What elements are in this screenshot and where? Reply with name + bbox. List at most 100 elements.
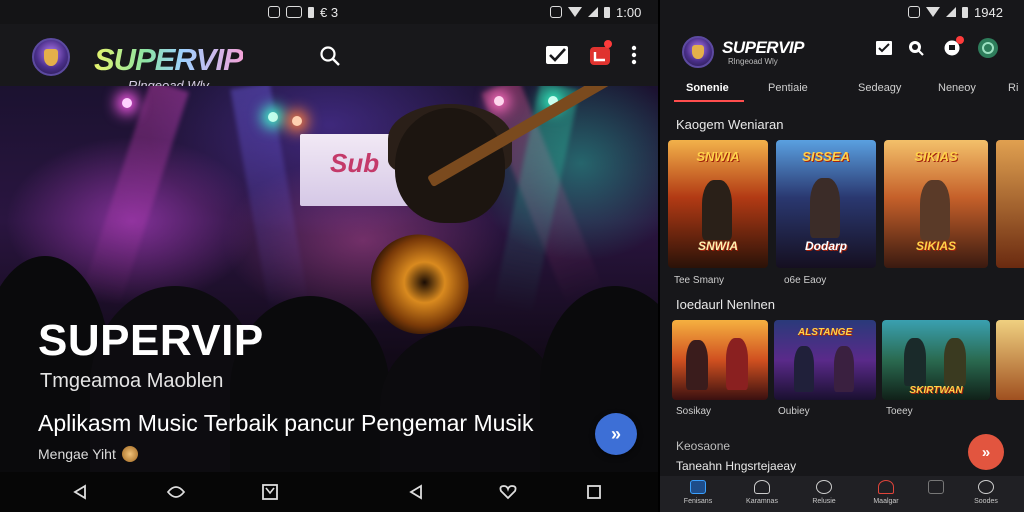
nav-overview-button[interactable] bbox=[582, 480, 606, 504]
album-card-title: SIKIAS bbox=[914, 149, 958, 164]
status-left-text: € 3 bbox=[320, 4, 339, 20]
notifications-button[interactable] bbox=[942, 36, 964, 58]
album-card[interactable]: SISSEA Dodarp bbox=[776, 140, 876, 268]
hero-subtitle: Tmgeamoa Maoblen bbox=[40, 370, 224, 392]
tab-sonenie[interactable]: Sonenie bbox=[686, 82, 729, 94]
status-right-icons: 1:00 bbox=[550, 5, 641, 20]
stage-light-beam bbox=[79, 86, 190, 311]
notification-badge bbox=[604, 40, 612, 48]
hero-banner[interactable]: Sub SUPERVIP Tmgeamoa Maoblen Aplikasm M… bbox=[0, 86, 660, 472]
album-figure bbox=[702, 180, 732, 240]
album-card-title: SNWIA bbox=[696, 149, 740, 164]
profile-button[interactable] bbox=[976, 36, 1000, 60]
album-caption: Oubiey bbox=[778, 406, 810, 417]
settings-status-icon bbox=[550, 6, 562, 18]
status-bar-right: 1942 bbox=[660, 0, 1024, 24]
bottom-nav-item-library[interactable] bbox=[916, 480, 956, 498]
app-logo-text: SUPERVIP bbox=[94, 42, 244, 77]
bottom-nav-item-settings[interactable]: Soodes bbox=[966, 480, 1006, 505]
nav-back-button-2[interactable] bbox=[404, 480, 428, 504]
library-icon bbox=[928, 480, 944, 494]
recents-icon bbox=[262, 484, 278, 500]
album-figure bbox=[686, 340, 708, 390]
app-logo-subtitle: Rlngeoad Wly bbox=[728, 57, 778, 66]
nav-back-button[interactable] bbox=[68, 480, 92, 504]
status-bar: € 3 1:00 bbox=[0, 0, 660, 24]
album-card-title: ALSTANGE bbox=[797, 327, 853, 338]
bottom-nav: Fenisans Karamnas Relusie Maalgar Soodes bbox=[660, 476, 1024, 512]
album-card[interactable]: SIKIAS SIKIAS bbox=[884, 140, 988, 268]
active-tab-indicator bbox=[674, 100, 744, 102]
forward-fab-button[interactable]: » bbox=[595, 413, 637, 455]
album-caption: Toeey bbox=[886, 406, 913, 417]
right-phone-screen: 1942 SUPERVIP Rlngeoad Wly Sonenie Penti… bbox=[660, 0, 1024, 512]
globe-profile-icon bbox=[978, 38, 998, 58]
album-figure bbox=[904, 338, 926, 386]
nav-favorite-button[interactable] bbox=[496, 480, 520, 504]
bottom-nav-item-profile[interactable]: Relusie bbox=[804, 480, 844, 505]
forward-fab-button[interactable]: » bbox=[968, 434, 1004, 470]
status-left-icons: € 3 bbox=[268, 5, 338, 20]
back-icon bbox=[409, 484, 422, 500]
search-button[interactable] bbox=[906, 38, 926, 58]
user-icon bbox=[816, 480, 832, 494]
album-caption: o6e Eaoy bbox=[784, 275, 827, 286]
signal-icon bbox=[946, 7, 956, 17]
nav-recents-button[interactable] bbox=[258, 480, 282, 504]
coin-icon bbox=[121, 446, 138, 462]
bottom-nav-item-home[interactable]: Fenisans bbox=[678, 480, 718, 505]
wifi-icon bbox=[568, 7, 582, 17]
back-icon bbox=[73, 484, 86, 500]
square-icon bbox=[587, 485, 601, 499]
more-vertical-icon bbox=[631, 45, 637, 65]
settings-icon bbox=[978, 480, 994, 494]
home-icon bbox=[690, 480, 706, 494]
album-figure bbox=[794, 346, 814, 392]
section-title: Kaogem Weniaran bbox=[676, 117, 784, 132]
album-card[interactable]: SNWIA SNWIA bbox=[668, 140, 768, 268]
album-figure bbox=[834, 346, 854, 392]
search-icon bbox=[909, 41, 924, 56]
bottom-nav-label: Relusie bbox=[812, 498, 836, 505]
bottom-nav-label: Fenisans bbox=[683, 498, 713, 505]
inbox-button[interactable] bbox=[874, 38, 894, 58]
notification-icon bbox=[286, 6, 302, 18]
tab-neneoy[interactable]: Neneoy bbox=[938, 82, 976, 94]
stage-light bbox=[292, 116, 302, 126]
tab-sedeagy[interactable]: Sedeagy bbox=[858, 82, 901, 94]
bottom-nav-item-favorites[interactable]: Maalgar bbox=[866, 480, 906, 505]
album-card[interactable] bbox=[672, 320, 768, 400]
album-card[interactable]: SKIRTWAN bbox=[882, 320, 990, 400]
search-button[interactable] bbox=[318, 44, 342, 68]
app-bar: SUPERVIP Rlngeoad Wly bbox=[0, 24, 660, 93]
album-card-subtitle: SIKIAS bbox=[915, 239, 956, 253]
tab-pentiaie[interactable]: Pentiaie bbox=[768, 82, 808, 94]
overflow-menu-button[interactable] bbox=[626, 42, 642, 68]
status-time: 1942 bbox=[974, 4, 1003, 20]
album-card-partial[interactable] bbox=[996, 320, 1024, 400]
app-logo-text: SUPERVIP bbox=[722, 38, 804, 57]
bottom-nav-item-explore[interactable]: Karamnas bbox=[742, 480, 782, 505]
stage-light bbox=[268, 112, 278, 122]
section-subtitle: Taneahn Hngsrtejaeay bbox=[676, 459, 797, 473]
album-figure bbox=[920, 180, 950, 240]
album-card[interactable]: ALSTANGE bbox=[774, 320, 876, 400]
app-logo-avatar[interactable] bbox=[682, 36, 714, 68]
inbox-button[interactable] bbox=[544, 42, 570, 68]
bottom-nav-label: Karamnas bbox=[746, 498, 778, 505]
section-title: Keosaone bbox=[676, 439, 731, 453]
hero-title: SUPERVIP bbox=[38, 316, 264, 365]
app-bar-right: SUPERVIP Rlngeoad Wly bbox=[660, 24, 1024, 76]
home-icon bbox=[166, 486, 186, 498]
album-card-subtitle: SNWIA bbox=[698, 239, 738, 253]
notification-icon bbox=[268, 6, 280, 18]
app-logo-avatar[interactable] bbox=[32, 38, 70, 76]
notifications-button[interactable] bbox=[587, 40, 613, 68]
battery-icon bbox=[604, 6, 610, 18]
battery-icon bbox=[962, 6, 968, 18]
nav-home-button[interactable] bbox=[164, 480, 188, 504]
tab-ri[interactable]: Ri bbox=[1008, 82, 1018, 94]
album-caption: Tee Smany bbox=[674, 275, 725, 286]
hero-meta-text: Mengae Yiht bbox=[38, 446, 116, 462]
album-card-partial[interactable] bbox=[996, 140, 1024, 268]
